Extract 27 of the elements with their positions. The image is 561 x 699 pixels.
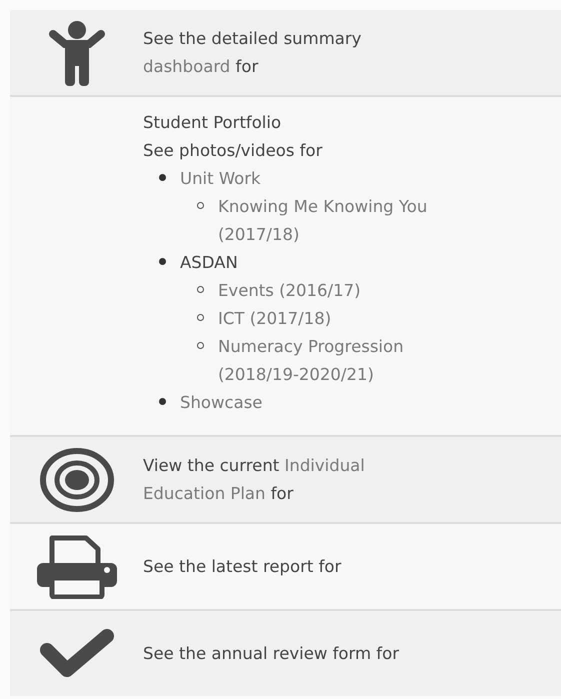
bullet-dot [159,398,166,405]
portfolio-title: Student Portfolio [143,112,282,134]
description-text: See the detailed summary dashboard for [143,28,362,78]
description-text: See photos/videos for [143,140,324,162]
bullet-dot [159,174,166,181]
target-icon [40,448,114,512]
link[interactable]: Individual [284,456,365,474]
list-link[interactable]: Numeracy Progression (2018/19-2020/21) [218,333,438,389]
description-text: See the annual review form for [143,642,400,664]
list-link[interactable]: Showcase [180,389,262,417]
bullet-circle [197,342,204,349]
list-link[interactable]: ICT (2017/18) [218,305,332,333]
list-item-text: ASDAN [180,252,238,274]
link[interactable]: dashboard [143,56,230,76]
person-icon [48,20,104,86]
bullet-dot [159,258,166,265]
printer-icon [36,534,118,598]
bullet-circle [197,314,204,321]
list-link[interactable]: Unit Work [180,165,261,193]
list-link[interactable]: Knowing Me Knowing You (2017/18) [218,193,438,249]
list-link[interactable]: Events (2016/17) [218,277,361,305]
checkmark-icon [38,628,114,680]
description-text: See the latest report for [143,556,342,578]
description-text: View the current Individual Education Plan for [143,454,366,504]
link[interactable]: Education Plan [143,484,266,502]
bullet-circle [197,286,204,293]
bullet-circle [197,202,204,209]
